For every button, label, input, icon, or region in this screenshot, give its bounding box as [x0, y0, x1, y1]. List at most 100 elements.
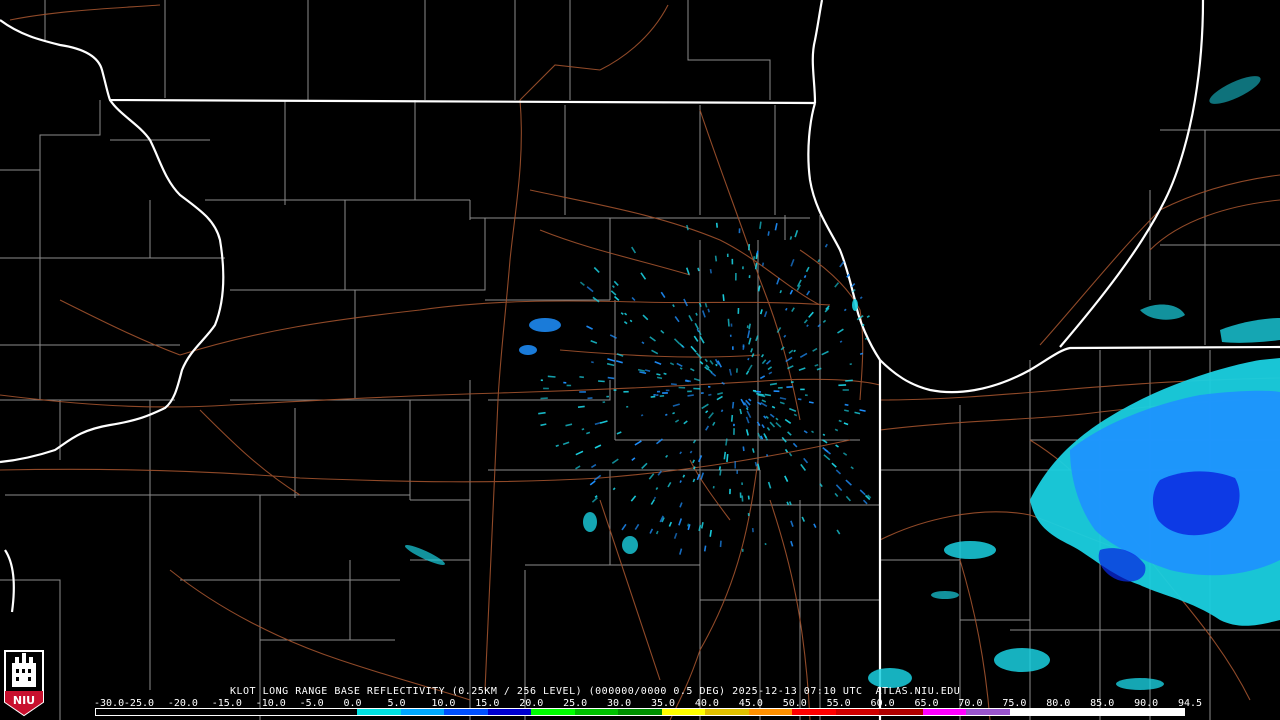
clutter-speck	[742, 446, 745, 452]
clutter-speck	[793, 349, 796, 353]
clutter-speck	[687, 523, 690, 527]
clutter-speck	[759, 309, 763, 315]
clutter-speck	[822, 433, 826, 436]
clutter-speck	[731, 401, 735, 409]
clutter-speck	[844, 403, 849, 406]
precip-cell-5	[931, 591, 959, 599]
clutter-speck	[660, 329, 665, 334]
clutter-speck	[761, 399, 767, 403]
clutter-speck	[803, 430, 808, 434]
clutter-speck	[748, 398, 752, 402]
clutter-speck	[644, 369, 651, 372]
clutter-speck	[689, 450, 693, 454]
clutter-speck	[594, 444, 602, 449]
clutter-speck	[747, 357, 750, 361]
clutter-speck	[663, 372, 667, 375]
clutter-speck	[641, 462, 648, 470]
clutter-speck	[710, 371, 717, 377]
clutter-speck	[692, 459, 696, 464]
clutter-speck	[719, 470, 722, 476]
clutter-speck	[760, 353, 765, 358]
clutter-speck	[699, 336, 705, 344]
clutter-speck	[718, 466, 721, 471]
colorbar-segment	[96, 709, 140, 715]
clutter-speck	[803, 275, 807, 279]
clutter-speck	[817, 259, 821, 263]
clutter-speck	[692, 478, 696, 483]
clutter-speck	[838, 419, 842, 423]
colorbar-segment	[792, 709, 836, 715]
clutter-speck	[844, 409, 849, 412]
precip-cell-4	[1116, 678, 1164, 690]
clutter-speck	[751, 448, 755, 453]
clutter-speck	[850, 466, 854, 470]
colorbar-label: -30.0	[94, 698, 125, 709]
clutter-speck	[803, 457, 809, 464]
clutter-speck	[656, 373, 661, 376]
colorbar-segment	[1053, 709, 1097, 715]
clutter-speck	[719, 540, 722, 548]
clutter-speck	[653, 496, 657, 500]
colorbar-label: 94.5	[1178, 698, 1203, 709]
colorbar-label: -20.0	[167, 698, 198, 709]
clutter-speck	[707, 308, 710, 313]
clutter-speck	[615, 360, 623, 364]
clutter-speck	[866, 315, 870, 318]
clutter-speck	[776, 277, 780, 285]
colorbar-label: -15.0	[211, 698, 242, 709]
clutter-speck	[631, 457, 636, 462]
clutter-speck	[740, 398, 746, 406]
clutter-speck	[679, 480, 682, 483]
clutter-speck	[667, 481, 672, 488]
clutter-speck	[684, 379, 689, 383]
clutter-speck	[586, 431, 591, 435]
clutter-speck	[631, 246, 637, 254]
colorbar-segment	[1096, 709, 1141, 715]
clutter-speck	[639, 371, 647, 375]
clutter-speck	[771, 405, 776, 409]
clutter-speck	[797, 398, 802, 401]
clutter-speck	[748, 244, 751, 251]
colorbar-label: 65.0	[914, 698, 939, 709]
clutter-speck	[634, 523, 640, 531]
clutter-speck	[789, 289, 794, 295]
clutter-speck	[547, 375, 556, 378]
clutter-speck	[835, 484, 843, 492]
clutter-speck	[788, 452, 793, 457]
clutter-speck	[788, 349, 794, 354]
colorbar-segment	[748, 709, 793, 715]
clutter-speck	[747, 495, 750, 500]
clutter-speck	[650, 499, 656, 505]
colorbar-label: 0.0	[343, 698, 362, 709]
clutter-speck	[814, 363, 819, 367]
clutter-speck	[836, 529, 841, 535]
colorbar-label: 35.0	[650, 698, 676, 709]
clutter-speck	[746, 410, 752, 419]
county-boundaries	[0, 0, 1280, 720]
clutter-speck	[656, 376, 663, 380]
colorbar-segment	[661, 709, 706, 715]
clutter-speck	[555, 444, 559, 448]
clutter-speck	[649, 336, 656, 342]
clutter-speck	[854, 411, 861, 415]
clutter-speck	[575, 465, 581, 470]
clutter-speck	[607, 358, 615, 362]
clutter-speck	[750, 348, 754, 353]
clutter-speck	[789, 236, 793, 240]
clutter-speck	[790, 259, 795, 267]
colorbar-label: 25.0	[563, 698, 588, 709]
clutter-speck	[590, 463, 597, 469]
clutter-speck	[648, 473, 655, 480]
clutter-speck	[655, 487, 659, 491]
clutter-speck	[712, 421, 716, 426]
clutter-speck	[725, 438, 728, 446]
clutter-speck	[700, 472, 705, 480]
clutter-speck	[599, 420, 608, 424]
clutter-speck	[609, 334, 617, 339]
clutter-speck	[788, 501, 792, 506]
clutter-speck	[784, 475, 789, 482]
clutter-speck	[864, 337, 868, 340]
clutter-speck	[861, 323, 865, 327]
clutter-speck	[598, 380, 605, 383]
clutter-speck	[690, 345, 697, 353]
